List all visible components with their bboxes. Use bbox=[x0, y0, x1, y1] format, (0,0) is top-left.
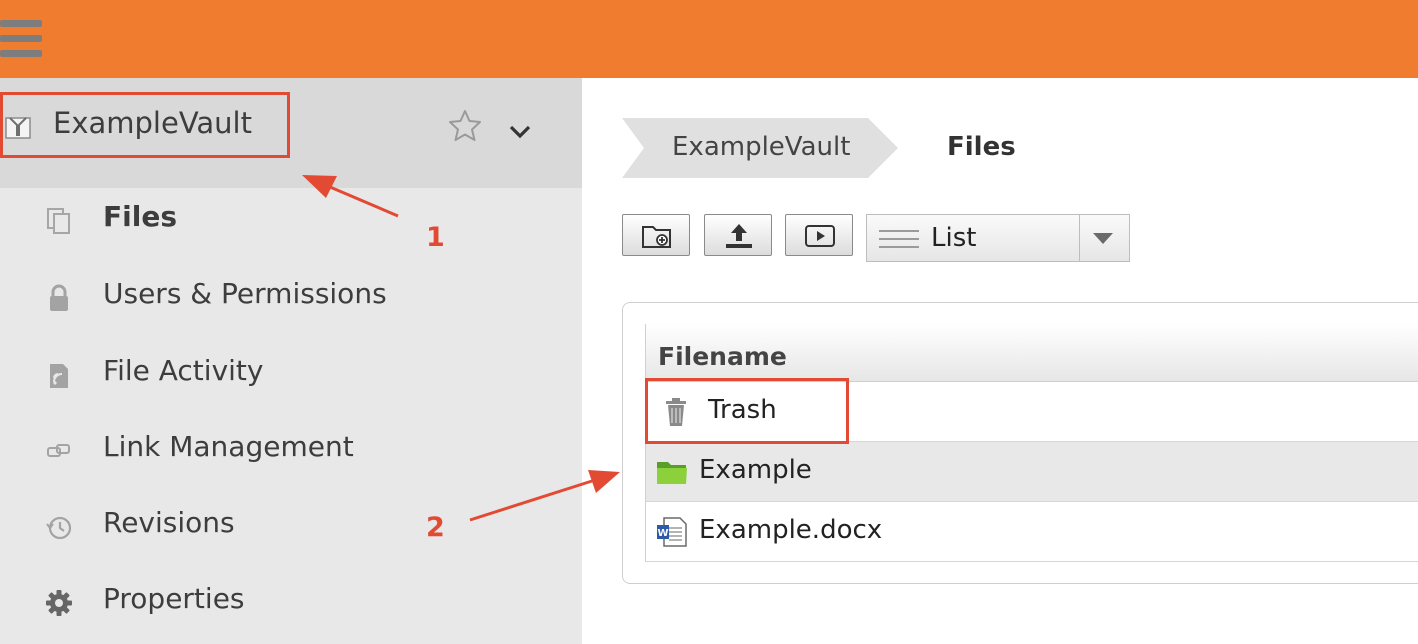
annotation-marker-1: 1 bbox=[426, 222, 445, 253]
annotation-arrows bbox=[302, 175, 620, 522]
annotation-marker-2: 2 bbox=[426, 512, 445, 543]
